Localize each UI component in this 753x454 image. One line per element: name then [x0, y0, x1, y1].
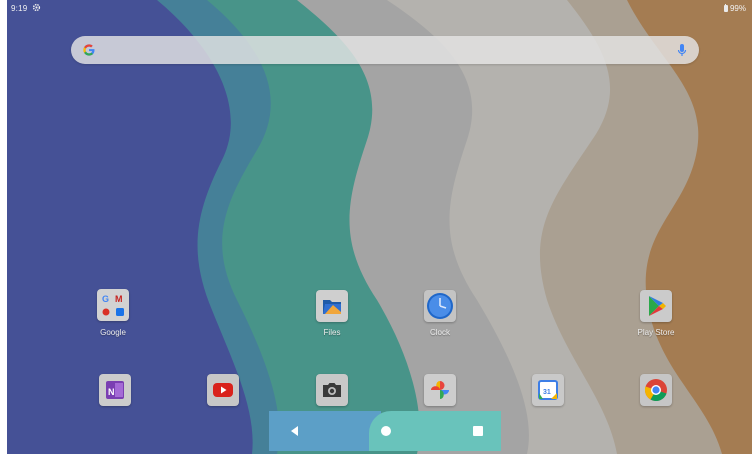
- microphone-icon[interactable]: [675, 42, 689, 58]
- google-search-bar[interactable]: [71, 36, 699, 64]
- onenote-glyph: N: [106, 381, 124, 399]
- chrome-glyph: [644, 379, 667, 402]
- clock-glyph: [427, 293, 453, 319]
- app-label-google: Google: [100, 328, 126, 337]
- svg-text:M: M: [115, 294, 123, 304]
- svg-text:N: N: [108, 387, 115, 397]
- onenote-icon[interactable]: N: [99, 374, 131, 406]
- home-screen: 9:19 99% G M Google Files Clock Play Sto…: [7, 0, 752, 454]
- photos-icon[interactable]: [424, 374, 456, 406]
- battery-percent: 99%: [729, 4, 746, 13]
- recents-icon[interactable]: [466, 421, 490, 441]
- status-time: 9:19: [11, 4, 28, 13]
- camera-glyph: [323, 383, 341, 397]
- photos-glyph: [431, 381, 449, 399]
- battery-indicator: 99%: [723, 4, 746, 13]
- play-store-glyph: [649, 296, 666, 316]
- files-icon[interactable]: [316, 290, 348, 322]
- youtube-icon[interactable]: [207, 374, 239, 406]
- app-label-play-store: Play Store: [637, 328, 675, 337]
- gear-icon: [32, 3, 41, 12]
- google-folder-glyph: G M: [102, 294, 124, 316]
- status-bar: 9:19 99%: [7, 0, 752, 18]
- navigation-bar: [269, 411, 501, 451]
- clock-icon[interactable]: [424, 290, 456, 322]
- chrome-icon[interactable]: [640, 374, 672, 406]
- svg-text:G: G: [102, 294, 109, 304]
- calendar-glyph: 31: [538, 380, 558, 400]
- calendar-icon[interactable]: 31: [532, 374, 564, 406]
- camera-icon[interactable]: [316, 374, 348, 406]
- back-icon[interactable]: [283, 421, 307, 441]
- google-folder-icon[interactable]: G M: [97, 289, 129, 321]
- play-store-icon[interactable]: [640, 290, 672, 322]
- google-g-icon: [83, 44, 95, 56]
- home-icon[interactable]: [374, 421, 398, 441]
- app-label-files: Files: [323, 328, 341, 337]
- youtube-glyph: [213, 383, 233, 397]
- calendar-date: 31: [543, 389, 551, 396]
- battery-icon: [723, 4, 728, 12]
- files-glyph: [323, 300, 341, 314]
- app-label-clock: Clock: [429, 328, 450, 337]
